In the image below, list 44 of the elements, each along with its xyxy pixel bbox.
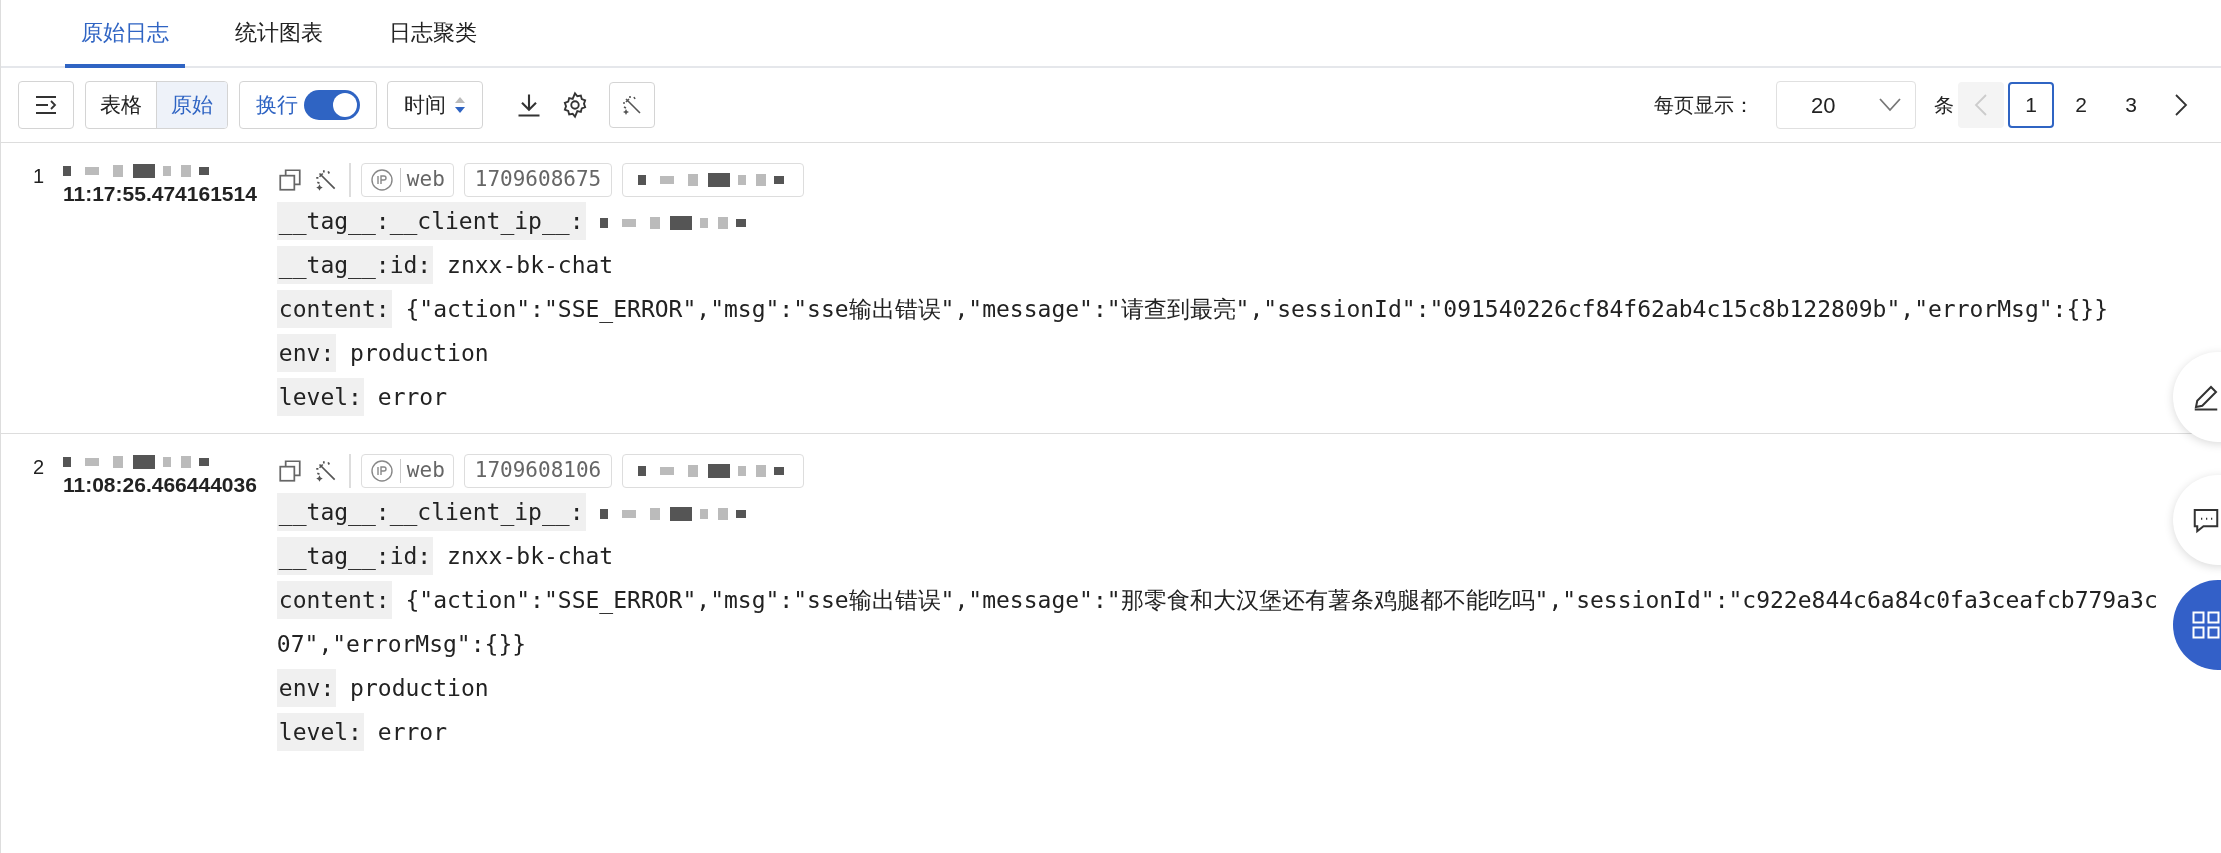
copy-icon[interactable]	[276, 458, 303, 484]
log-field: content: {"action":"SSE_ERROR","msg":"sse输出错误","message":"请查到最亮","sessionId":"091540226cf84f62ab4c15c8b122809b","errorMsg":{}}	[276, 287, 2169, 331]
chevron-right-icon	[2174, 94, 2188, 116]
chevron-down-icon	[1879, 98, 1901, 112]
wrap-control[interactable]: 换行	[239, 81, 377, 129]
settings-icon[interactable]	[561, 91, 589, 119]
page-size-label: 每页显示：	[1654, 93, 1754, 118]
page-button[interactable]: 2	[2058, 82, 2104, 128]
wrap-switch[interactable]	[304, 90, 360, 120]
page-size-select[interactable]: 20	[1776, 81, 1916, 129]
view-mode-toggle[interactable]: 表格	[86, 82, 156, 128]
source-label: web	[406, 166, 445, 194]
log-timestamp: 11:17:55.474161514	[63, 181, 257, 207]
field-key: __tag__:__client_ip__:	[276, 202, 586, 240]
page-size-unit: 条	[1934, 93, 1954, 118]
view-mode-toggle[interactable]: 原始	[156, 82, 227, 128]
log-field: __tag__:id: znxx-bk-chat	[276, 534, 2169, 578]
row-index: 1	[32, 164, 46, 189]
ip-icon	[369, 168, 394, 192]
log-field: level: error	[276, 375, 2169, 419]
ip-icon	[369, 459, 394, 483]
page-button[interactable]: 1	[2008, 82, 2054, 128]
tab[interactable]: 原始日志	[65, 0, 185, 68]
grid-icon	[2191, 610, 2221, 640]
indent-icon	[34, 95, 58, 115]
timestamp-tag: 1709608106	[463, 454, 613, 488]
sort-button[interactable]: 时间	[387, 81, 483, 129]
chevron-left-icon	[1974, 94, 1988, 116]
source-label: web	[406, 457, 445, 485]
log-field: env: production	[276, 331, 2169, 375]
log-timestamp: 11:08:26.466444036	[63, 472, 257, 498]
row-index: 2	[32, 455, 46, 480]
field-key: __tag__:__client_ip__:	[276, 493, 586, 531]
wrap-label: 换行	[256, 92, 298, 119]
tab[interactable]: 日志聚类	[373, 0, 493, 68]
tab[interactable]: 统计图表	[219, 0, 339, 68]
log-field: __tag__:id: znxx-bk-chat	[276, 243, 2169, 287]
copy-icon[interactable]	[276, 167, 303, 193]
log-field: env: production	[276, 666, 2169, 710]
magic-button[interactable]	[609, 82, 655, 128]
timestamp-tag: 1709608675	[463, 163, 613, 197]
page-button[interactable]: 3	[2108, 82, 2154, 128]
collapse-button[interactable]	[18, 81, 74, 129]
log-field: level: error	[276, 710, 2169, 754]
